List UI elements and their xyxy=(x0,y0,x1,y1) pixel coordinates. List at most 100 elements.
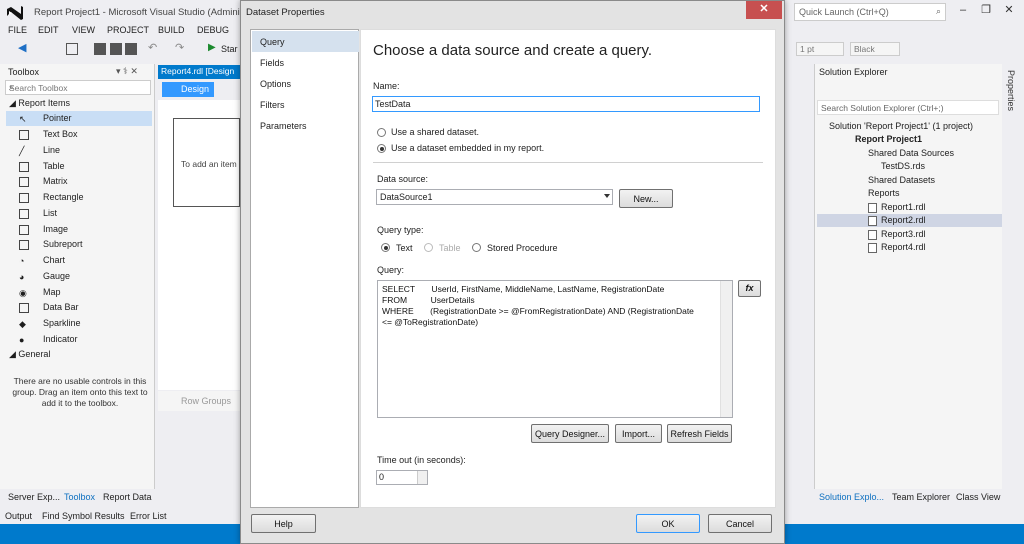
start-icon[interactable]: ▶ xyxy=(208,42,220,54)
query-scrollbar[interactable] xyxy=(720,281,732,417)
solution-explorer-title: Solution Explorer xyxy=(819,67,888,77)
toolbox-item-matrix[interactable]: Matrix xyxy=(6,174,152,189)
quick-launch-input[interactable]: Quick Launch (Ctrl+Q) ⌕ xyxy=(794,3,946,21)
toolbox-item-line[interactable]: ╱ Line xyxy=(6,143,152,158)
toolbox-search-input[interactable]: Search Toolbox ⌕ xyxy=(5,80,151,95)
toolbox-item-image[interactable]: Image xyxy=(6,222,152,237)
query-label: Query: xyxy=(377,265,405,275)
expression-fx-button[interactable]: fx xyxy=(738,280,761,297)
tab-server-explorer[interactable]: Server Exp... xyxy=(8,492,60,502)
tree-shared-data-sources[interactable]: Shared Data Sources xyxy=(817,147,1002,160)
tree-shared-datasets[interactable]: Shared Datasets xyxy=(817,174,1002,187)
tab-find-symbol-results[interactable]: Find Symbol Results xyxy=(42,511,125,521)
tree-testds[interactable]: TestDS.rds xyxy=(817,160,1002,173)
menu-build[interactable]: BUILD xyxy=(158,25,185,35)
refresh-fields-button[interactable]: Refresh Fields xyxy=(667,424,732,443)
dialog-nav: Query Fields Options Filters Parameters xyxy=(250,29,359,508)
design-tab-button[interactable]: Design xyxy=(162,82,214,97)
dialog-close-button[interactable]: ✕ xyxy=(746,1,782,19)
timeout-label: Time out (in seconds): xyxy=(377,455,466,465)
radio-query-text[interactable] xyxy=(381,243,390,252)
menu-file[interactable]: FILE xyxy=(8,25,27,35)
timeout-input[interactable]: 0 xyxy=(376,470,428,485)
new-datasource-button[interactable]: New... xyxy=(619,189,673,208)
toolbox-item-rectangle[interactable]: Rectangle xyxy=(6,190,152,205)
save-all-icon[interactable] xyxy=(110,43,122,55)
import-button[interactable]: Import... xyxy=(615,424,662,443)
undo-icon[interactable]: ↶ xyxy=(148,41,160,54)
start-label[interactable]: Star xyxy=(221,44,238,54)
tab-team-explorer[interactable]: Team Explorer xyxy=(892,492,950,502)
menu-debug[interactable]: DEBUG xyxy=(197,25,229,35)
cancel-button[interactable]: Cancel xyxy=(708,514,772,533)
tree-solution[interactable]: Solution 'Report Project1' (1 project) xyxy=(817,120,1002,133)
query-textarea[interactable]: SELECT UserId, FirstName, MiddleName, La… xyxy=(377,280,733,418)
back-icon[interactable]: ◀ xyxy=(18,41,30,54)
tab-error-list[interactable]: Error List xyxy=(130,511,167,521)
tab-toolbox[interactable]: Toolbox xyxy=(64,492,95,502)
tab-output[interactable]: Output xyxy=(5,511,32,521)
query-designer-button[interactable]: Query Designer... xyxy=(531,424,609,443)
tree-report3[interactable]: Report3.rdl xyxy=(817,228,1002,241)
toolbox-item-chart[interactable]: ◔ Chart xyxy=(6,253,152,268)
spinner-icon[interactable] xyxy=(417,471,427,484)
tab-report-data[interactable]: Report Data xyxy=(103,492,152,502)
menu-project[interactable]: PROJECT xyxy=(107,25,149,35)
pin-icon[interactable]: ▾ ⚕ ✕ xyxy=(116,66,138,77)
nav-query[interactable]: Query xyxy=(252,31,359,52)
menu-edit[interactable]: EDIT xyxy=(38,25,59,35)
tree-project[interactable]: Report Project1 xyxy=(817,133,1002,146)
radio-embedded-dataset[interactable] xyxy=(377,144,386,153)
group-report-items[interactable]: ◢ Report Items xyxy=(9,98,70,109)
properties-strip[interactable]: Properties xyxy=(1003,64,1024,509)
nav-options[interactable]: Options xyxy=(252,73,359,94)
nav-fields[interactable]: Fields xyxy=(252,52,359,73)
tree-report4[interactable]: Report4.rdl xyxy=(817,241,1002,254)
toolbox-item-pointer[interactable]: ↖ Pointer xyxy=(6,111,152,126)
nav-filters[interactable]: Filters xyxy=(252,94,359,115)
toolbox-item-sparkline[interactable]: ◆ Sparkline xyxy=(6,316,152,331)
radio-query-table[interactable] xyxy=(424,243,433,252)
datasource-select[interactable]: DataSource1 xyxy=(376,189,613,205)
ok-button[interactable]: OK xyxy=(636,514,700,533)
radio-stored-procedure[interactable] xyxy=(472,243,481,252)
nav-parameters[interactable]: Parameters xyxy=(252,115,359,136)
color-select[interactable]: Black xyxy=(850,42,900,56)
tab-solution-explorer[interactable]: Solution Explo... xyxy=(819,492,884,502)
help-button[interactable]: Help xyxy=(251,514,316,533)
toolbox-item-gauge[interactable]: ◕ Gauge xyxy=(6,269,152,284)
redo-icon[interactable]: ↷ xyxy=(175,41,187,54)
dialog-heading: Choose a data source and create a query. xyxy=(373,42,653,59)
dataset-name-input[interactable]: TestData xyxy=(372,96,760,112)
list-icon xyxy=(19,209,29,219)
toolbox-item-subreport[interactable]: Subreport xyxy=(6,237,152,252)
report-body[interactable]: To add an item xyxy=(173,118,240,207)
chart-icon: ◔ xyxy=(19,256,25,266)
font-size-select[interactable]: 1 pt xyxy=(796,42,844,56)
save-all-2-icon[interactable] xyxy=(125,43,137,55)
maximize-button[interactable]: ❐ xyxy=(975,3,997,19)
close-window-button[interactable]: ✕ xyxy=(998,3,1020,19)
save-icon[interactable] xyxy=(94,43,106,55)
tree-report2[interactable]: Report2.rdl xyxy=(817,214,1002,227)
menu-view[interactable]: VIEW xyxy=(72,25,95,35)
toolbox-item-list[interactable]: List xyxy=(6,206,152,221)
minimize-button[interactable]: – xyxy=(952,3,974,19)
tree-reports[interactable]: Reports xyxy=(817,187,1002,200)
new-project-icon[interactable] xyxy=(66,43,78,55)
tree-report1[interactable]: Report1.rdl xyxy=(817,201,1002,214)
right-doc-strip xyxy=(786,64,814,509)
tab-report4[interactable]: Report4.rdl [Design xyxy=(158,65,240,79)
tab-class-view[interactable]: Class View xyxy=(956,492,1000,502)
radio-table-label: Table xyxy=(439,243,461,253)
toolbox-item-databar[interactable]: Data Bar xyxy=(6,300,152,315)
toolbox-item-table[interactable]: Table xyxy=(6,159,152,174)
radio-sp-label: Stored Procedure xyxy=(487,243,558,253)
solution-search-input[interactable]: Search Solution Explorer (Ctrl+;) xyxy=(817,100,999,115)
report-file-icon xyxy=(868,203,877,213)
group-general[interactable]: ◢ General xyxy=(9,349,50,360)
radio-shared-dataset[interactable] xyxy=(377,128,386,137)
toolbox-item-indicator[interactable]: ● Indicator xyxy=(6,332,152,347)
toolbox-item-map[interactable]: ◉ Map xyxy=(6,285,152,300)
toolbox-item-textbox[interactable]: Text Box xyxy=(6,127,152,142)
